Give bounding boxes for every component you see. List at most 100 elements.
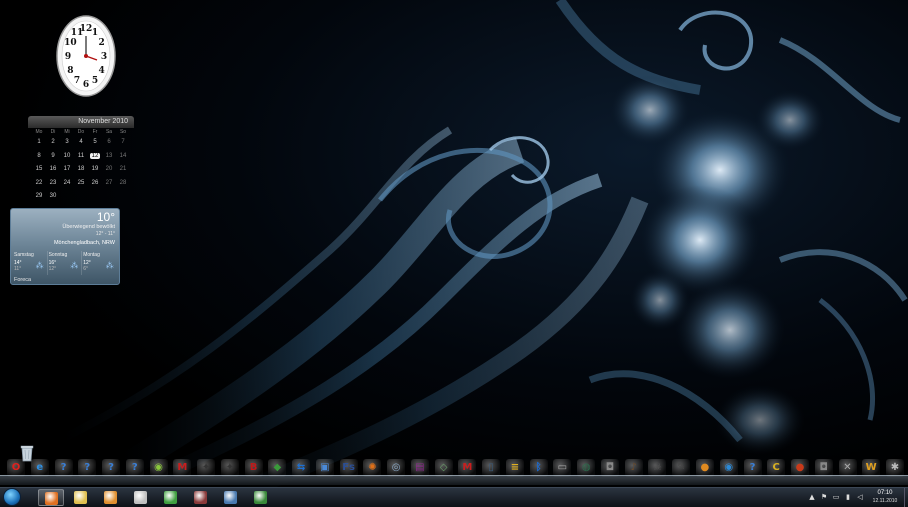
network-icon[interactable]: ◎ (387, 459, 406, 477)
calendar-day[interactable]: 7 (116, 136, 130, 150)
help-icon[interactable]: ? (54, 459, 73, 477)
boxer-icon[interactable]: B (244, 459, 263, 477)
stripes-icon[interactable]: ≡ (505, 459, 524, 477)
help-icon[interactable]: ? (78, 459, 97, 477)
media-player-icon[interactable] (98, 489, 124, 506)
crow-icon[interactable]: ✦ (220, 459, 239, 477)
calendar-day[interactable]: 4 (74, 136, 88, 150)
calendar-day[interactable]: 18 (74, 163, 88, 177)
calendar-day[interactable]: 2 (46, 136, 60, 150)
calendar-day[interactable]: 5 (88, 136, 102, 150)
camera-icon[interactable]: ◘ (814, 459, 833, 477)
guitar-icon[interactable]: ♪ (624, 459, 643, 477)
printer-icon[interactable]: ▭ (553, 459, 572, 477)
forecast-day: Sonntag 16° 12° ⁂ (48, 251, 83, 275)
calendar-day[interactable]: 14 (116, 150, 130, 164)
desktop[interactable]: 12 1 2 3 4 5 6 7 8 9 10 11 November 2010 Mo Di Mi Do Fr… (0, 0, 908, 507)
weather-source[interactable]: Foreca (14, 277, 31, 283)
calendar-day[interactable]: 28 (116, 177, 130, 191)
calendar-day[interactable]: 11 (74, 150, 88, 164)
drive-icon[interactable]: ◍ (577, 459, 596, 477)
calendar-day (74, 190, 88, 204)
calendar-day[interactable]: 23 (46, 177, 60, 191)
calendar-day[interactable]: 9 (46, 150, 60, 164)
clock-gadget[interactable]: 12 1234567891011 (55, 14, 117, 98)
calendar-day[interactable]: 27 (102, 177, 116, 191)
calendar-day[interactable]: 30 (46, 190, 60, 204)
network-icon[interactable]: ▮ (844, 493, 852, 501)
chevron-up-icon[interactable]: ▲ (808, 493, 816, 501)
clock-numeral: 2 (98, 38, 104, 48)
weather-gadget[interactable]: 10° Überwiegend bewölkt 12° - 11° Mönche… (10, 208, 120, 285)
teamviewer-icon[interactable]: ⇆ (292, 459, 311, 477)
turtle-icon[interactable]: ◆ (268, 459, 287, 477)
calendar-day[interactable]: 10 (60, 150, 74, 164)
phone-icon[interactable]: ▯ (482, 459, 501, 477)
mcafee-icon[interactable]: M (458, 459, 477, 477)
clock-numeral: 10 (64, 38, 77, 48)
calendar-day[interactable]: 21 (116, 163, 130, 177)
calendar-day[interactable]: 13 (102, 150, 116, 164)
calendar-day[interactable]: 16 (46, 163, 60, 177)
windows-update-icon[interactable]: ▣ (315, 459, 334, 477)
calendar-day[interactable]: 24 (60, 177, 74, 191)
ball-icon[interactable]: ● (791, 459, 809, 477)
app-icon[interactable] (188, 489, 214, 506)
camera-icon[interactable]: ◘ (600, 459, 619, 477)
explorer-folder-icon[interactable] (68, 489, 94, 506)
calendar-month[interactable]: November 2010 (28, 116, 134, 128)
help-icon[interactable]: ? (102, 459, 120, 477)
globe-icon[interactable]: ◉ (719, 459, 738, 477)
globe-icon[interactable]: ◉ (149, 459, 168, 477)
opera-icon[interactable]: O (7, 459, 25, 477)
calendar-day (102, 190, 116, 204)
calendar-day[interactable]: 19 (88, 163, 102, 177)
settings-icon[interactable]: ✱ (886, 459, 904, 477)
internet-explorer-icon[interactable]: e (30, 459, 49, 477)
calendar-day[interactable]: 26 (88, 177, 102, 191)
fire-icon[interactable]: ✺ (363, 459, 382, 477)
bluetooth-icon[interactable]: ᛒ (529, 459, 548, 477)
clock-numeral: 11 (71, 28, 84, 38)
flag-icon[interactable]: ⚑ (820, 493, 828, 501)
windows-start-icon[interactable] (3, 488, 21, 506)
remote-desktop-icon[interactable] (248, 489, 274, 506)
calendar-today[interactable]: 12 (88, 150, 102, 164)
pumpkin-icon[interactable]: ● (695, 459, 714, 477)
monitor-icon[interactable]: ▭ (832, 493, 840, 501)
calendar-day[interactable]: 1 (32, 136, 46, 150)
help-icon[interactable]: ? (743, 459, 762, 477)
weather-location[interactable]: Mönchengladbach, NRW (54, 240, 115, 246)
help-icon[interactable]: ? (125, 459, 144, 477)
calendar-day[interactable]: 3 (60, 136, 74, 150)
calendar-day[interactable]: 29 (32, 190, 46, 204)
tray-clock[interactable]: 07:10 12.11.2010 (866, 489, 904, 505)
calendar-day[interactable]: 8 (32, 150, 46, 164)
volume-icon[interactable]: ◁ (856, 493, 864, 501)
winamp-icon[interactable]: W (862, 459, 881, 477)
gem-icon[interactable]: ◇ (434, 459, 453, 477)
calendar-day[interactable]: 17 (60, 163, 74, 177)
network-globe-icon[interactable] (218, 489, 244, 506)
chrome-icon[interactable] (158, 489, 184, 506)
winrar-icon[interactable]: ▤ (410, 459, 429, 477)
calendar-day[interactable]: 6 (102, 136, 116, 150)
mcafee-icon[interactable]: M (173, 459, 192, 477)
calendar-day[interactable]: 22 (32, 177, 46, 191)
calendar-day[interactable]: 25 (74, 177, 88, 191)
crow-icon[interactable]: ✦ (197, 459, 216, 477)
c-icon[interactable]: C (767, 459, 786, 477)
weather-forecast: Samstag 14° 11° ⁂ Sonntag 16° 12° ⁂ Montag 12° 6° ⁂ (13, 251, 117, 275)
show-desktop-button[interactable] (904, 488, 908, 507)
calendar-gadget[interactable]: November 2010 Mo Di Mi Do Fr Sa So 1 2 3 4 5 6 7 8 9 10 1… (28, 116, 134, 204)
calendar-day[interactable]: 20 (102, 163, 116, 177)
calendar-day[interactable]: 15 (32, 163, 46, 177)
network-tool-icon[interactable] (128, 489, 154, 506)
calendar-day (88, 190, 102, 204)
tools-icon[interactable]: ✕ (838, 459, 857, 477)
fs-icon[interactable]: Fs (339, 459, 358, 477)
firefox-icon[interactable] (38, 489, 64, 506)
weather-range: 12° - 11° (95, 231, 115, 237)
pen-icon[interactable]: ✎ (672, 459, 691, 477)
skull-icon[interactable]: ☠ (648, 459, 667, 477)
